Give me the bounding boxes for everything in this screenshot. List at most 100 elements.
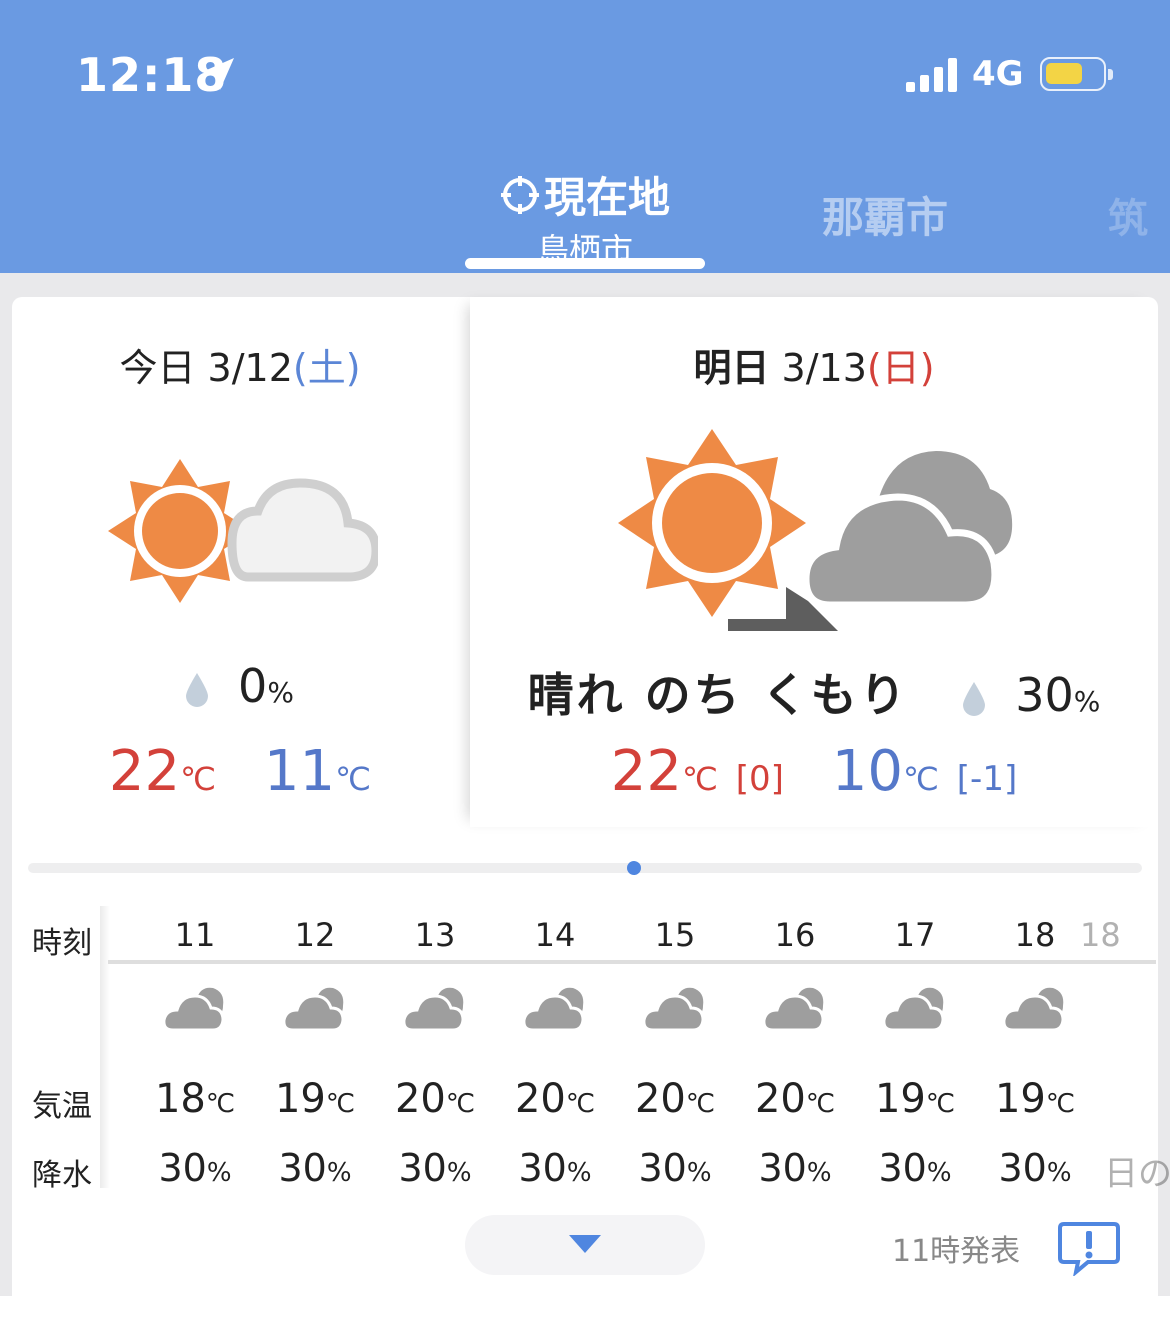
temp-unit: ℃ (335, 760, 372, 798)
sunset-label-partial: 日の (1104, 1154, 1170, 1194)
today-precip: 0% (12, 659, 468, 713)
cloudy-icon (255, 984, 375, 1038)
hour-temp-value: 20 (394, 1076, 446, 1122)
temp-unit: ℃ (805, 1089, 836, 1119)
tomorrow-high-diff: [0] (735, 759, 784, 799)
hour-rain: 30% (255, 1146, 375, 1190)
tab-current-location[interactable]: 現在地 鳥栖市 (470, 164, 700, 271)
rain-unit: % (1046, 1158, 1072, 1188)
row-label-rain: 降水 (32, 1158, 92, 1193)
today-title: 今日 3/12(土) (12, 337, 468, 392)
weather-description: 晴れ のち くもり (527, 668, 909, 722)
tomorrow-panel[interactable]: 明日 3/13(日) 晴れ のち くもり 30% 22℃ [0] 10℃ [-1… (470, 297, 1158, 827)
temp-unit: ℃ (682, 760, 718, 798)
hour-rain: 30% (615, 1146, 735, 1190)
tab-next-partial[interactable]: 筑 (1108, 186, 1148, 244)
hour-overflow: 18 (1080, 916, 1121, 954)
hour-rain: 30% (135, 1146, 255, 1190)
sticky-column-shadow (100, 906, 110, 1188)
temp-unit: ℃ (925, 1089, 956, 1119)
hour-temp-value: 19 (994, 1076, 1046, 1122)
hourly-scroll-thumb[interactable] (627, 861, 641, 875)
rain-unit: % (926, 1158, 952, 1188)
tomorrow-precip-unit: % (1073, 685, 1101, 718)
hour-rain-value: 30 (518, 1146, 567, 1190)
today-precip-value: 0 (238, 659, 268, 713)
hour-rain-value: 30 (278, 1146, 327, 1190)
row-label-temp: 気温 (32, 1089, 92, 1124)
today-label: 今日 (119, 346, 196, 390)
header-bar: 12:18 4G 現在地 鳥栖市 那覇市 筑 (0, 0, 1170, 273)
tomorrow-low-diff: [-1] (956, 759, 1018, 799)
hour-temp: 20℃ (615, 1076, 735, 1122)
tomorrow-title: 明日 3/13(日) (470, 337, 1158, 392)
row-label-time: 時刻 (32, 926, 92, 961)
hours-divider (108, 960, 1156, 964)
rain-unit: % (566, 1158, 592, 1188)
tomorrow-precip-value: 30 (1015, 668, 1074, 722)
cloudy-icon (615, 984, 735, 1038)
hour-rain: 30% (855, 1146, 975, 1190)
rain-unit: % (326, 1158, 352, 1188)
location-arrow-icon (202, 58, 234, 90)
hour-label: 16 (774, 916, 816, 954)
temp-unit: ℃ (903, 760, 939, 798)
feedback-icon[interactable] (1058, 1220, 1120, 1276)
tab-naha[interactable]: 那覇市 (822, 184, 948, 245)
tomorrow-high: 22 (610, 739, 683, 804)
chevron-down-icon (569, 1235, 601, 1253)
cloudy-icon (375, 984, 495, 1038)
hour-temp-value: 18 (154, 1076, 206, 1122)
hour-rain-value: 30 (878, 1146, 927, 1190)
tomorrow-weekday: (日) (866, 346, 935, 390)
temp-unit: ℃ (685, 1089, 716, 1119)
tomorrow-temps: 22℃ [0] 10℃ [-1] (470, 739, 1158, 804)
hour-temp: 19℃ (255, 1076, 375, 1122)
today-temps: 22℃ 11℃ (12, 739, 468, 804)
hour-temp: 18℃ (135, 1076, 255, 1122)
today-date: 3/12 (207, 346, 293, 390)
hour-rain: 30% (735, 1146, 855, 1190)
raindrop-icon (963, 681, 986, 716)
today-panel[interactable]: 今日 3/12(土) 0% 22℃ 11℃ (12, 297, 468, 827)
cloudy-icon (855, 984, 975, 1038)
today-weekday: (土) (292, 346, 361, 390)
rain-unit: % (206, 1158, 232, 1188)
cloudy-icon (975, 984, 1095, 1038)
hourly-scrollbar[interactable] (28, 863, 1142, 873)
rain-unit: % (686, 1158, 712, 1188)
hour-label: 14 (534, 916, 576, 954)
hour-rain-value: 30 (638, 1146, 687, 1190)
today-high: 22 (108, 739, 181, 804)
temp-unit: ℃ (325, 1089, 356, 1119)
hour-temp: 20℃ (495, 1076, 615, 1122)
temp-unit: ℃ (180, 760, 217, 798)
tab-indicator (465, 258, 705, 269)
hour-rain-value: 30 (758, 1146, 807, 1190)
tomorrow-low: 10 (831, 739, 904, 804)
sun-and-cloud-icon (108, 459, 378, 603)
rain-unit: % (446, 1158, 472, 1188)
hour-temp: 19℃ (975, 1076, 1095, 1122)
hour-temp-value: 19 (874, 1076, 926, 1122)
hour-label: 15 (654, 916, 696, 954)
temp-unit: ℃ (205, 1089, 236, 1119)
hour-temp: 19℃ (855, 1076, 975, 1122)
temp-unit: ℃ (1045, 1089, 1076, 1119)
network-label: 4G (972, 54, 1024, 94)
hour-temp-value: 20 (754, 1076, 806, 1122)
hour-label: 17 (894, 916, 936, 954)
hour-temp-value: 20 (514, 1076, 566, 1122)
rain-unit: % (806, 1158, 832, 1188)
sun-then-cloud-icon (618, 429, 1013, 631)
tab-title: 現在地 (543, 173, 670, 222)
crosshair-icon (500, 175, 539, 214)
temp-unit: ℃ (565, 1089, 596, 1119)
hour-rain-value: 30 (398, 1146, 447, 1190)
battery-icon (1040, 57, 1113, 91)
hour-label: 12 (294, 916, 336, 954)
expand-button[interactable] (465, 1215, 705, 1275)
hour-label: 13 (414, 916, 456, 954)
signal-icon (906, 56, 960, 92)
tomorrow-label: 明日 (693, 346, 770, 390)
